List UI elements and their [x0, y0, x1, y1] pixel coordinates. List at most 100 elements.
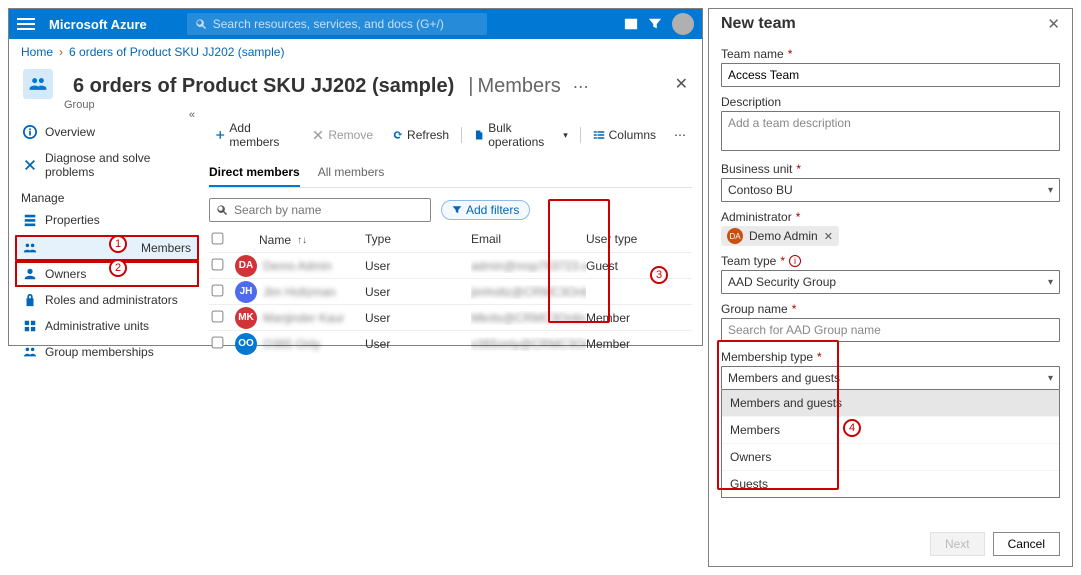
- brand-label: Microsoft Azure: [49, 17, 147, 32]
- table-row[interactable]: OOO365 OnlyUsero365only@CRMC3Onl…Member: [209, 330, 692, 356]
- refresh-button[interactable]: Refresh: [385, 126, 455, 144]
- filter-row: Add filters: [209, 198, 692, 222]
- team-name-input[interactable]: [721, 63, 1060, 87]
- members-icon: [23, 241, 37, 255]
- row-email: admin@msp763723.o…: [471, 259, 586, 273]
- nav-group-memberships[interactable]: Group memberships: [15, 339, 199, 365]
- topbar-actions: [624, 13, 694, 35]
- table-row[interactable]: DADemo AdminUseradmin@msp763723.o…Guest: [209, 252, 692, 278]
- row-type: User: [365, 337, 471, 351]
- admin-units-icon: [23, 319, 37, 333]
- membership-option[interactable]: Guests: [722, 470, 1059, 497]
- add-filters-button[interactable]: Add filters: [441, 200, 530, 220]
- page-section: Members: [477, 75, 560, 98]
- refresh-icon: [391, 129, 403, 141]
- refresh-label: Refresh: [407, 128, 449, 142]
- groups-icon: [23, 345, 37, 359]
- nav-diagnose[interactable]: Diagnose and solve problems: [15, 145, 199, 185]
- info-icon[interactable]: i: [789, 255, 801, 267]
- properties-icon: [23, 213, 37, 227]
- next-button: Next: [930, 532, 985, 556]
- dialog-close-button[interactable]: ✕: [1047, 15, 1060, 33]
- col-email[interactable]: Email: [471, 232, 586, 248]
- col-name[interactable]: Name: [259, 233, 291, 247]
- table-row[interactable]: JHJim HoltzmanUserjimholtz@CRMC3Onli…: [209, 278, 692, 304]
- global-search[interactable]: Search resources, services, and docs (G+…: [187, 13, 487, 35]
- admin-chip[interactable]: DA Demo Admin ✕: [721, 226, 839, 246]
- nav-roles[interactable]: Roles and administrators: [15, 287, 199, 313]
- row-checkbox[interactable]: [212, 310, 224, 322]
- membership-option[interactable]: Members: [722, 416, 1059, 443]
- team-type-select[interactable]: AAD Security Group▾: [721, 270, 1060, 294]
- sort-icon[interactable]: ↑↓: [297, 235, 307, 246]
- document-icon: [474, 129, 484, 141]
- group-name-input[interactable]: [721, 318, 1060, 342]
- row-checkbox[interactable]: [212, 258, 224, 270]
- dialog-buttons: Next Cancel: [930, 532, 1060, 556]
- bu-label: Business unit: [721, 162, 792, 176]
- membership-select[interactable]: Members and guests▾: [721, 366, 1060, 390]
- collapse-nav-icon[interactable]: «: [189, 109, 195, 121]
- command-bar: Add members Remove Refresh Bulk operatio…: [209, 115, 692, 155]
- info-icon: [23, 125, 37, 139]
- row-type: User: [365, 259, 471, 273]
- diagnose-icon: [23, 158, 37, 172]
- breadcrumb-home[interactable]: Home: [21, 45, 53, 59]
- row-usertype: Member: [586, 311, 646, 325]
- name-search[interactable]: [209, 198, 431, 222]
- admin-label: Administrator: [721, 210, 792, 224]
- page-more-icon[interactable]: ⋯: [573, 77, 591, 97]
- cancel-button[interactable]: Cancel: [993, 532, 1060, 556]
- columns-label: Columns: [609, 128, 656, 142]
- console-icon[interactable]: [624, 17, 638, 31]
- nav-properties[interactable]: Properties: [15, 207, 199, 233]
- dialog-title: New team: [721, 15, 796, 33]
- group-icon: [23, 69, 53, 99]
- breadcrumb-page[interactable]: 6 orders of Product SKU JJ202 (sample): [69, 45, 284, 59]
- membership-option[interactable]: Owners: [722, 443, 1059, 470]
- bulk-ops-button[interactable]: Bulk operations ▾: [468, 119, 574, 151]
- table-row[interactable]: MKManjinder KaurUserMkrits@CRMC3Onlin…Me…: [209, 304, 692, 330]
- row-email: o365only@CRMC3Onl…: [471, 337, 586, 351]
- tab-direct-members[interactable]: Direct members: [209, 161, 300, 187]
- bu-value: Contoso BU: [728, 183, 793, 197]
- tab-all-members[interactable]: All members: [318, 161, 385, 187]
- name-search-input[interactable]: [234, 203, 424, 217]
- nav-overview-label: Overview: [45, 125, 95, 139]
- page-header: 6 orders of Product SKU JJ202 (sample) |…: [9, 65, 702, 103]
- row-name: Manjinder Kaur: [263, 311, 344, 325]
- filter-icon[interactable]: [648, 17, 662, 31]
- chevron-down-icon: ▾: [563, 130, 568, 141]
- breadcrumb-separator: ›: [59, 45, 63, 59]
- membership-option[interactable]: Members and guests: [722, 390, 1059, 416]
- select-all-checkbox[interactable]: [212, 233, 224, 245]
- admin-remove-icon[interactable]: ✕: [824, 230, 833, 243]
- nav-admin-units[interactable]: Administrative units: [15, 313, 199, 339]
- row-checkbox[interactable]: [212, 284, 224, 296]
- team-type-value: AAD Security Group: [728, 275, 836, 289]
- hamburger-icon[interactable]: [17, 18, 35, 30]
- row-avatar: MK: [235, 307, 257, 329]
- more-cmd-button[interactable]: ⋯: [668, 126, 692, 144]
- row-checkbox[interactable]: [212, 336, 224, 348]
- user-avatar[interactable]: [672, 13, 694, 35]
- columns-button[interactable]: Columns: [587, 126, 662, 144]
- col-type[interactable]: Type: [365, 232, 471, 248]
- nav-owners[interactable]: Owners: [15, 261, 199, 287]
- nav-manage-header: Manage: [15, 185, 199, 207]
- description-input[interactable]: [721, 111, 1060, 151]
- row-email: jimholtz@CRMC3Onli…: [471, 285, 586, 299]
- membership-dropdown: Members and guestsMembersOwnersGuests: [721, 390, 1060, 498]
- col-usertype[interactable]: User type: [586, 232, 646, 248]
- add-members-button[interactable]: Add members: [209, 119, 300, 151]
- breadcrumb: Home › 6 orders of Product SKU JJ202 (sa…: [9, 39, 702, 65]
- nav-overview[interactable]: Overview: [15, 119, 199, 145]
- team-name-label: Team name: [721, 47, 784, 61]
- row-avatar: JH: [235, 281, 257, 303]
- blade-close-button[interactable]: ✕: [675, 74, 688, 94]
- add-filters-label: Add filters: [466, 203, 519, 217]
- row-avatar: OO: [235, 333, 257, 355]
- bu-select[interactable]: Contoso BU▾: [721, 178, 1060, 202]
- nav-members[interactable]: Members: [15, 235, 199, 261]
- row-email: Mkrits@CRMC3Onlin…: [471, 311, 586, 325]
